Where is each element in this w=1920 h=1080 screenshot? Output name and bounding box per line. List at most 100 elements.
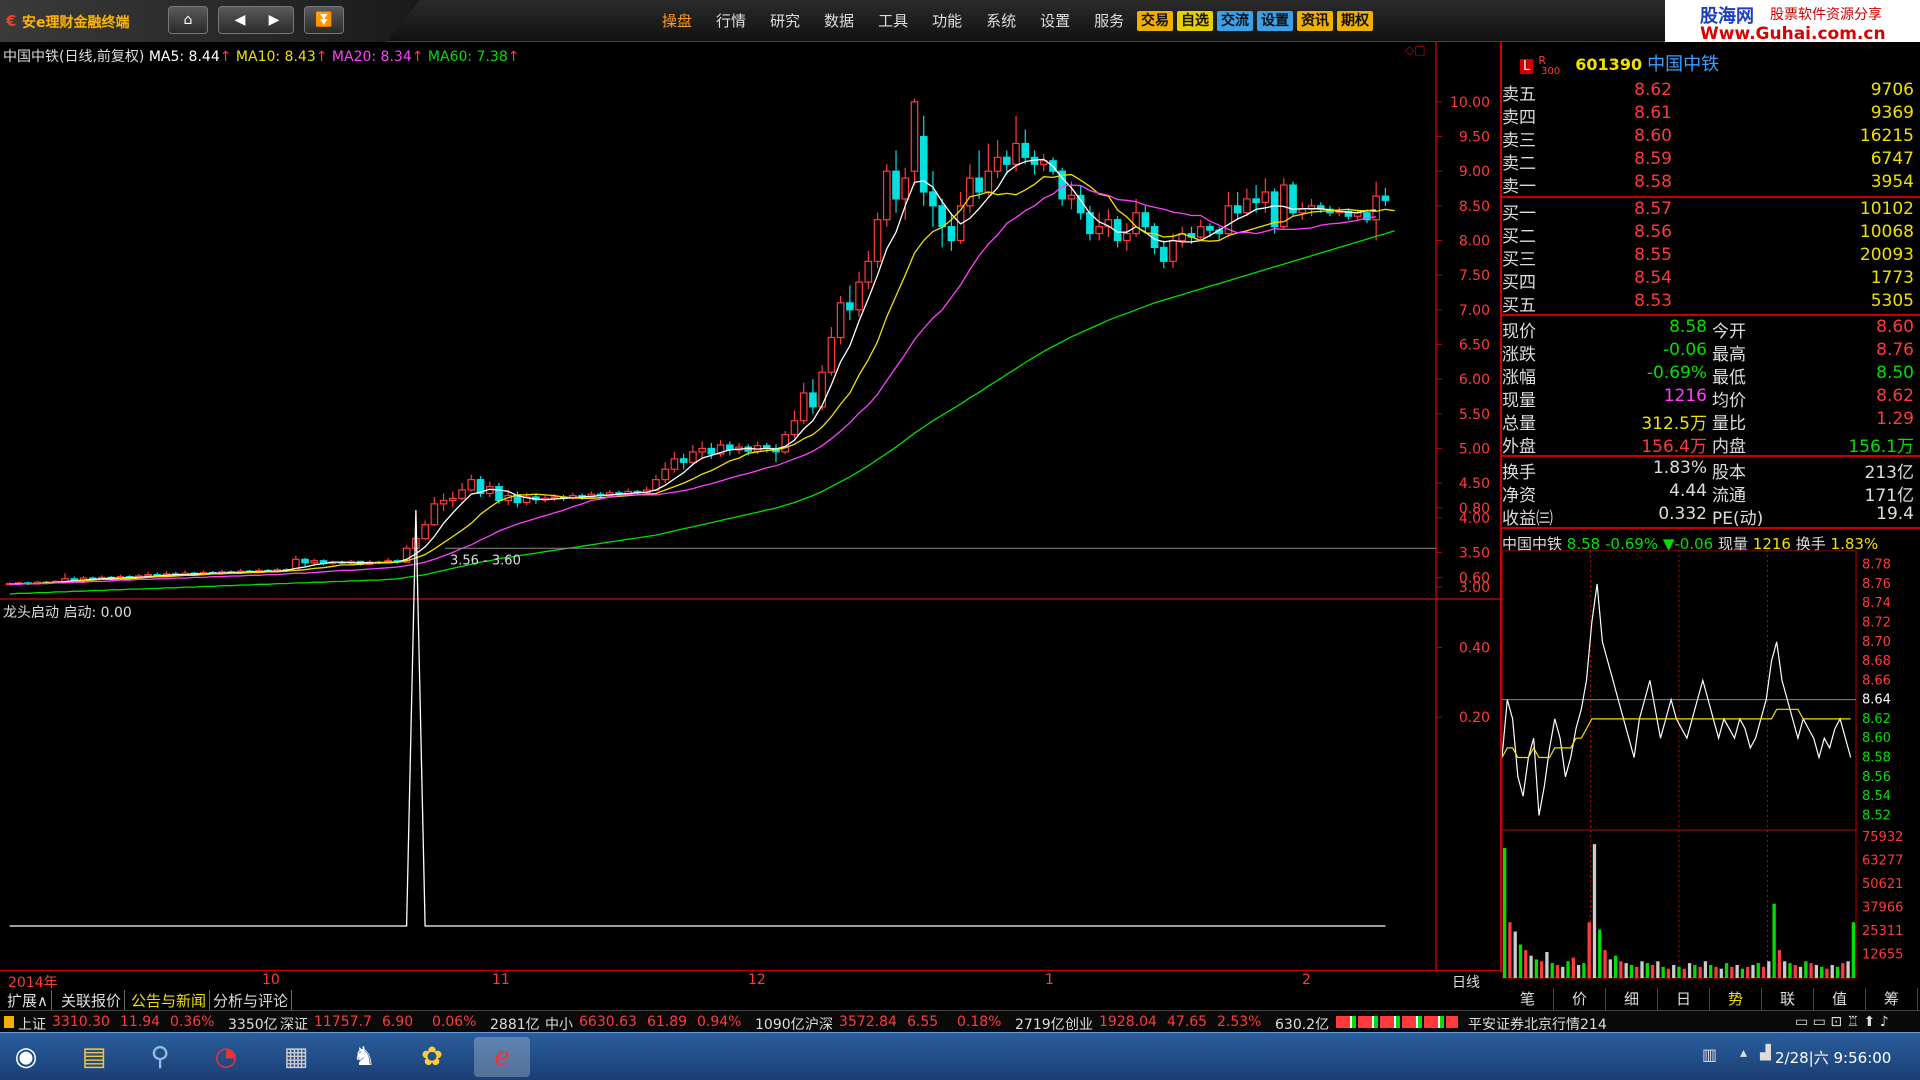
quick-button-5[interactable]: 期权 (1337, 11, 1373, 31)
index-name[interactable]: 深证 (280, 1014, 308, 1034)
bottom-tab-3[interactable]: 分析与评论 (210, 990, 293, 1011)
menu-item-6[interactable]: 系统 (974, 10, 1028, 32)
taskbar-fox-app[interactable]: ♞ (336, 1037, 392, 1077)
signal-icon[interactable]: ▟ (1760, 1045, 1771, 1061)
quick-button-4[interactable]: 资讯 (1297, 11, 1333, 31)
candle-body (1206, 226, 1214, 231)
stat-value: 156.4万 (1641, 437, 1707, 457)
more-button[interactable]: ⏬ (304, 6, 344, 34)
right-tab-5[interactable]: 联 (1762, 988, 1814, 1010)
taskbar-terminal-active[interactable]: ℯ (474, 1037, 530, 1077)
intraday-chart[interactable]: 8.78 8.76 8.74 8.72 8.70 8.68 8.66 8.64 8.62 8.60… (1502, 550, 1920, 986)
index-name[interactable]: 上证 (18, 1014, 46, 1034)
tray-expand-icon[interactable]: ▴ (1740, 1045, 1747, 1061)
index-name[interactable]: 中小 (545, 1014, 573, 1034)
start-button[interactable]: ◉ (0, 1037, 52, 1077)
candle-body (1132, 212, 1140, 235)
right-tab-0[interactable]: 笔 (1502, 988, 1554, 1010)
kline-chart[interactable]: 10.00 9.50 9.00 8.50 8.00 7.50 7.00 6.50 6.00 5.5… (0, 42, 1500, 970)
status-icons[interactable]: ▭ ▭ ⊡ ♖ ⬆ ♪ (1795, 1014, 1889, 1030)
intraday-volume-bar (1693, 964, 1697, 978)
candle (642, 486, 651, 495)
intraday-volume-bar (1561, 966, 1565, 978)
fund-value: 19.4 (1876, 504, 1914, 524)
taskbar-app-chart[interactable]: ◔ (198, 1037, 254, 1077)
hs300-badge: 300 (1541, 66, 1561, 77)
stat-label: 内盘 (1712, 437, 1746, 457)
taskbar-search[interactable]: ⚲ (132, 1037, 188, 1077)
indicator-axis-label: 0.20 (1459, 710, 1490, 726)
intraday-volume-bar (1814, 964, 1819, 978)
network-icon[interactable]: ▥ (1702, 1045, 1717, 1064)
forward-button[interactable]: ▶ (259, 7, 289, 33)
taskbar-explorer[interactable]: ▤ (66, 1037, 122, 1077)
intraday-volume-bar (1793, 964, 1797, 978)
bottom-tab-1[interactable]: 关联报价 (58, 990, 126, 1011)
tray-clock[interactable]: 2/28|六 9:56:00 (1775, 1047, 1891, 1068)
menu-item-1[interactable]: 行情 (704, 10, 758, 32)
date-label: 12 (748, 972, 766, 988)
menu-item-0[interactable]: 操盘 (650, 10, 704, 32)
arrow-left-icon: ◀ (234, 12, 246, 28)
right-tab-6[interactable]: 值 (1814, 988, 1866, 1010)
price-axis-label: 10.00 (1450, 95, 1490, 111)
quick-button-1[interactable]: 自选 (1177, 11, 1213, 31)
candle (827, 327, 836, 376)
intraday-volume-bar (1608, 959, 1612, 978)
candle (790, 410, 799, 439)
index-pct: 2.53% (1217, 1014, 1262, 1030)
candle-body (550, 496, 559, 499)
candle (1123, 223, 1131, 251)
calculator-icon: ▦ (283, 1042, 309, 1072)
taskbar-color-app[interactable]: ✿ (404, 1037, 460, 1077)
menu-item-5[interactable]: 功能 (920, 10, 974, 32)
date-label: 11 (492, 972, 510, 988)
quick-button-3[interactable]: 设置 (1257, 11, 1293, 31)
date-label: 2 (1302, 972, 1311, 988)
intraday-volume-bar (1650, 964, 1655, 978)
intraday-volume-bar (1788, 963, 1792, 978)
intraday-volume-bar (1735, 964, 1739, 978)
ma60-line (9, 230, 1395, 595)
candle (605, 490, 614, 497)
menu-item-2[interactable]: 研究 (758, 10, 812, 32)
menu-item-4[interactable]: 工具 (866, 10, 920, 32)
candle (1159, 240, 1168, 269)
bid-price: 8.55 (1634, 245, 1672, 265)
candle (836, 295, 845, 345)
right-tab-3[interactable]: 日 (1658, 988, 1710, 1010)
intraday-volume-bar (1534, 959, 1538, 978)
right-tab-2[interactable]: 细 (1606, 988, 1658, 1010)
quote-divider (1500, 314, 1920, 316)
intraday-volume-bar (1508, 922, 1512, 978)
windows-logo-icon: ◉ (14, 1042, 38, 1072)
candle (698, 441, 706, 459)
menu-item-7[interactable]: 设置 (1028, 10, 1082, 32)
bottom-tab-2[interactable]: 公告与新闻 (128, 990, 211, 1011)
index-name[interactable]: 创业 (1065, 1014, 1093, 1034)
intraday-volume-bar (1624, 963, 1628, 978)
taskbar-calculator[interactable]: ▦ (268, 1037, 324, 1077)
fox-icon: ♞ (352, 1042, 376, 1072)
right-tab-4[interactable]: 势 (1710, 988, 1762, 1010)
intraday-volume-bar (1846, 961, 1850, 978)
index-change: 6.90 (382, 1014, 414, 1030)
quick-button-2[interactable]: 交流 (1217, 11, 1253, 31)
chart-settings-icon[interactable]: ◇□ (1405, 43, 1426, 57)
intraday-volume-bar (1804, 961, 1808, 978)
menu-item-3[interactable]: 数据 (812, 10, 866, 32)
candle-body (882, 170, 891, 221)
home-button[interactable]: ⌂ (168, 6, 208, 34)
candle-body (1298, 208, 1307, 214)
stat-value: 1.29 (1876, 409, 1914, 429)
intraday-volume-bar (1613, 955, 1618, 978)
right-tab-7[interactable]: 筹 (1866, 988, 1918, 1010)
index-name[interactable]: 沪深 (805, 1014, 833, 1034)
quick-button-0[interactable]: 交易 (1137, 11, 1173, 31)
menu-item-8[interactable]: 服务 (1082, 10, 1136, 32)
back-button[interactable]: ◀ (225, 7, 255, 33)
candle (855, 271, 863, 317)
bottom-tab-0[interactable]: 扩展∧ (4, 990, 52, 1011)
candle (1012, 115, 1020, 172)
right-tab-1[interactable]: 价 (1554, 988, 1606, 1010)
